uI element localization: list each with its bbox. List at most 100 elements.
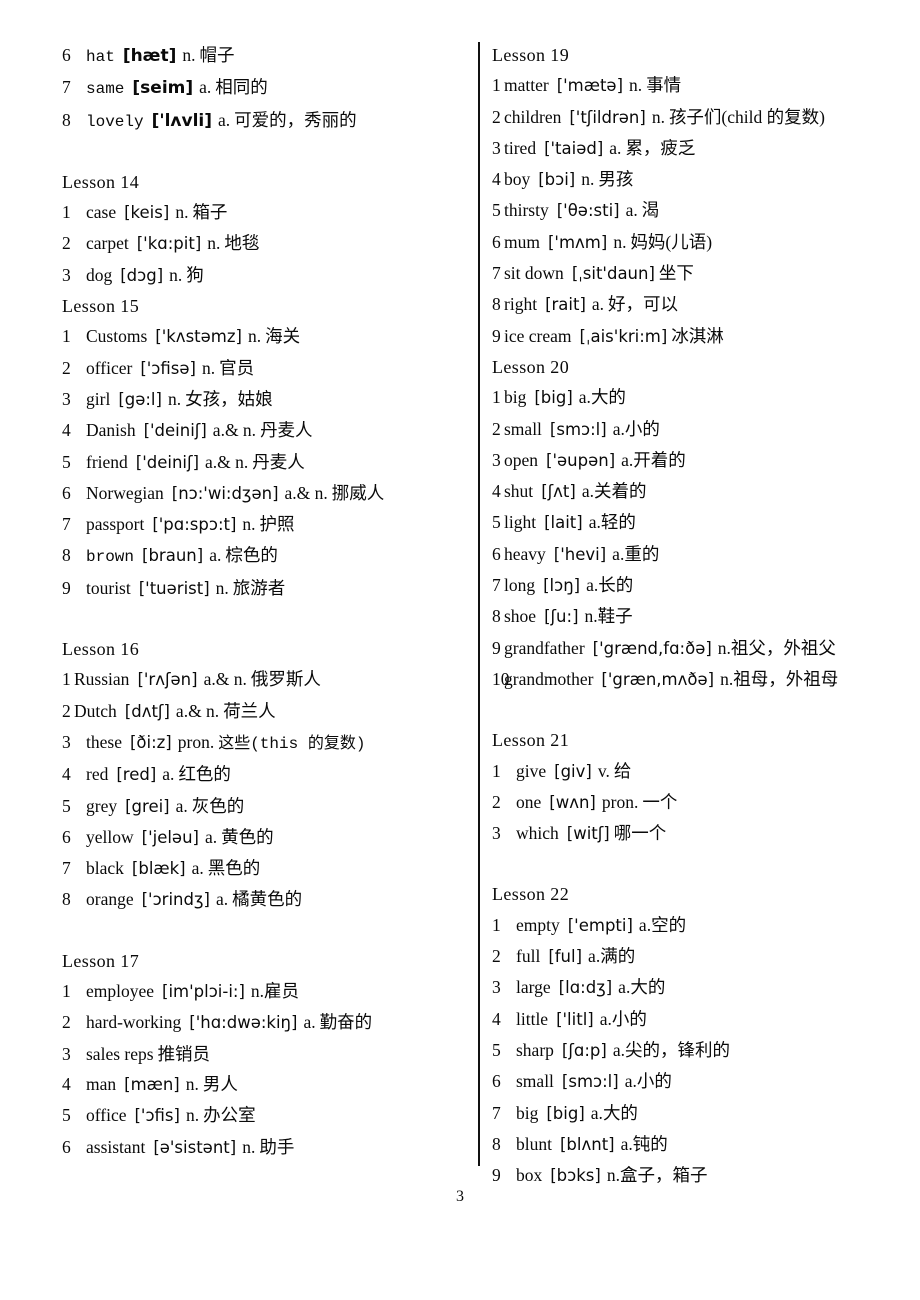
entry-part-of-speech: a. xyxy=(590,1102,603,1123)
entry-part-of-speech: a. xyxy=(591,294,605,315)
entry-definition: 开着的 xyxy=(633,449,686,470)
entry-number: 6 xyxy=(492,1071,501,1092)
entry-number: 3 xyxy=(492,137,501,158)
entry-pronunciation: ['kʌstəmz] xyxy=(155,327,242,347)
entry-part-of-speech: a.& n. xyxy=(284,482,328,503)
entry-definition: 丹麦人 xyxy=(260,420,313,441)
entry-word: light xyxy=(504,512,537,533)
entry-definition: 空的 xyxy=(651,914,687,935)
lesson-heading: Lesson 20 xyxy=(492,356,570,377)
entry-number: 8 xyxy=(492,294,501,315)
entry-pronunciation: [hæt] xyxy=(122,46,177,66)
entry-pronunciation: [nɔ:'wi:dʒən] xyxy=(171,483,279,503)
vocabulary-entry: 5 sharp [ʃɑ:p] a. 尖的，锋利的 xyxy=(492,1035,902,1066)
entry-part-of-speech: a.& n. xyxy=(175,700,220,721)
entry-definition: 妈妈(儿语) xyxy=(630,231,713,252)
entry-word: heavy xyxy=(504,543,546,564)
entry-word: blunt xyxy=(516,1133,552,1154)
entry-pronunciation: ['tuərist] xyxy=(138,578,210,598)
entry-number: 7 xyxy=(62,77,71,98)
entry-word: open xyxy=(504,449,539,470)
entry-word: friend xyxy=(86,451,128,472)
entry-part-of-speech: v. xyxy=(597,760,610,781)
entry-word: matter xyxy=(504,75,549,96)
entry-number: 1 xyxy=(492,760,501,781)
entry-word: girl xyxy=(86,388,111,409)
entry-word: black xyxy=(86,858,124,879)
entry-number: 2 xyxy=(492,791,501,812)
entry-pronunciation: ['θə:sti] xyxy=(556,201,620,221)
entry-word: lovely xyxy=(86,112,144,131)
entry-pronunciation: [dɔg] xyxy=(120,265,164,285)
entry-part-of-speech: a. xyxy=(609,137,622,158)
entry-pronunciation: [gə:l] xyxy=(118,389,162,409)
entry-pronunciation: [big] xyxy=(534,388,573,408)
entry-part-of-speech: n. xyxy=(175,202,189,223)
entry-pronunciation: ['pɑ:spɔ:t] xyxy=(152,515,237,535)
vocabulary-entry: 5 grey [grei] a. 灰色的 xyxy=(62,791,462,822)
entry-word: same xyxy=(86,80,125,99)
entry-word: officer xyxy=(86,357,133,378)
entry-number: 2 xyxy=(62,1012,71,1033)
vocabulary-entry: 5 office ['ɔfis] n. 办公室 xyxy=(62,1100,462,1131)
vocabulary-entry: 7 passport ['pɑ:spɔ:t] n. 护照 xyxy=(62,509,462,540)
vertical-spacer xyxy=(62,916,462,946)
entry-word: which xyxy=(516,823,559,844)
vocabulary-entry: 1 employee [im'plɔi-i:] n. 雇员 xyxy=(62,976,462,1007)
entry-word: orange xyxy=(86,889,134,910)
column-divider-rule xyxy=(478,42,480,1166)
entry-definition: 旅游者 xyxy=(232,577,286,598)
lesson-heading: Lesson 14 xyxy=(62,171,140,192)
vocabulary-entry: 2 children ['tʃildrən] n. 孩子们(child 的复数) xyxy=(492,102,902,133)
entry-number: 5 xyxy=(62,1105,71,1126)
entry-number: 9 xyxy=(62,577,71,598)
vocabulary-entry: 2 full [ful] a. 满的 xyxy=(492,941,902,972)
entry-definition: 红色的 xyxy=(178,764,231,785)
entry-definition: 官员 xyxy=(219,357,255,378)
entry-part-of-speech: n. xyxy=(182,45,196,65)
entry-word: big xyxy=(504,387,527,408)
entry-number: 7 xyxy=(492,1102,501,1123)
entry-word: dog xyxy=(86,264,113,285)
entry-pronunciation: [braun] xyxy=(142,546,204,566)
entry-pronunciation: ['lʌvli] xyxy=(151,110,212,131)
entry-number: 6 xyxy=(492,543,501,564)
entry-number: 4 xyxy=(62,764,71,785)
entry-word: carpet xyxy=(86,233,129,254)
entry-definition: 大的 xyxy=(590,387,626,408)
entry-number: 3 xyxy=(492,449,501,470)
entry-part-of-speech: a. xyxy=(303,1012,316,1033)
entry-part-of-speech: a. xyxy=(625,200,638,221)
entry-pronunciation: ['hevi] xyxy=(553,544,607,564)
vocabulary-entry: 9 tourist ['tuərist] n. 旅游者 xyxy=(62,573,462,604)
vocabulary-entry: 4 shut [ʃʌt] a. 关着的 xyxy=(492,476,902,507)
entry-definition: 办公室 xyxy=(203,1105,256,1126)
vocabulary-entry: 1 big [big] a. 大的 xyxy=(492,382,902,413)
entry-word: case xyxy=(86,202,117,223)
lesson-heading: Lesson 19 xyxy=(492,45,570,65)
entry-definition: 盒子，箱子 xyxy=(619,1165,708,1186)
vocabulary-entry: 6 yellow ['jeləu] a. 黄色的 xyxy=(62,822,462,853)
entry-definition: 勤奋的 xyxy=(319,1012,373,1033)
entry-number: 1 xyxy=(62,981,71,1002)
entry-part-of-speech: a.& n. xyxy=(203,669,247,690)
entry-number: 1 xyxy=(492,914,501,935)
vertical-spacer xyxy=(62,604,462,634)
entry-word: employee xyxy=(86,981,155,1002)
entry-pronunciation: [smɔ:l] xyxy=(561,1072,619,1092)
vocabulary-entry: 6 Norwegian [nɔ:'wi:dʒən] a.& n. 挪威人 xyxy=(62,478,462,509)
entry-definition: 狗 xyxy=(186,264,204,285)
entry-part-of-speech: a. xyxy=(621,449,634,470)
entry-pronunciation: [grei] xyxy=(125,796,170,816)
entry-pronunciation: ['mʌm] xyxy=(547,232,608,252)
entry-definition: 给 xyxy=(613,760,632,781)
entry-number: 1 xyxy=(62,202,71,223)
entry-definition: 钝的 xyxy=(632,1133,668,1154)
entry-word: full xyxy=(516,946,541,967)
entry-number: 8 xyxy=(62,109,71,130)
entry-pronunciation: ['ɔfisə] xyxy=(140,358,196,378)
vertical-spacer xyxy=(62,137,462,167)
vocabulary-entry: 7 sit down [ˌsit'daun] 坐下 xyxy=(492,258,902,289)
entry-part-of-speech: pron. xyxy=(601,791,639,812)
entry-part-of-speech: n. xyxy=(250,981,265,1002)
